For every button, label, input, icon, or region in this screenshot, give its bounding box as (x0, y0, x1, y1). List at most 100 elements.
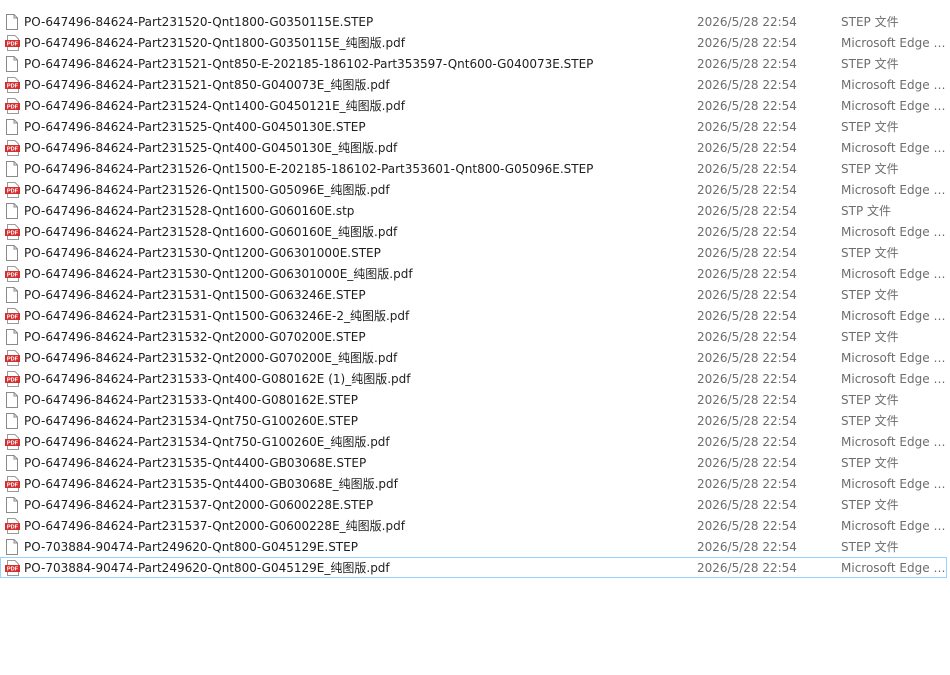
file-type: STEP 文件 (841, 393, 899, 407)
pdf-document-icon: PDF (5, 518, 20, 534)
file-type: Microsoft Edge … (841, 309, 946, 323)
file-name: PO-647496-84624-Part231528-Qnt1600-G0601… (24, 225, 398, 239)
file-type: STP 文件 (841, 204, 891, 218)
pdf-document-icon: PDF (5, 182, 20, 198)
file-modified-date: 2026/5/28 22:54 (697, 288, 797, 302)
svg-text:PDF: PDF (7, 231, 19, 237)
file-modified-date: 2026/5/28 22:54 (697, 183, 797, 197)
file-row[interactable]: PDF PO-703884-90474-Part249620-Qnt800-G0… (0, 557, 947, 578)
pdf-document-icon: PDF (5, 224, 20, 240)
file-name: PO-647496-84624-Part231535-Qnt4400-GB030… (24, 477, 398, 491)
pdf-document-icon: PDF (5, 308, 20, 324)
file-row[interactable]: PO-647496-84624-Part231520-Qnt1800-G0350… (0, 11, 947, 32)
file-row[interactable]: PO-647496-84624-Part231526-Qnt1500-E-202… (0, 158, 947, 179)
svg-text:PDF: PDF (7, 441, 19, 447)
svg-text:PDF: PDF (7, 525, 19, 531)
file-modified-date: 2026/5/28 22:54 (697, 498, 797, 512)
file-row[interactable]: PO-647496-84624-Part231535-Qnt4400-GB030… (0, 452, 947, 473)
file-row[interactable]: PDF PO-647496-84624-Part231534-Qnt750-G1… (0, 431, 947, 452)
file-name: PO-647496-84624-Part231531-Qnt1500-G0632… (24, 288, 366, 302)
file-type: Microsoft Edge … (841, 372, 946, 386)
file-modified-date: 2026/5/28 22:54 (697, 78, 797, 92)
file-modified-date: 2026/5/28 22:54 (697, 120, 797, 134)
file-type: Microsoft Edge … (841, 351, 946, 365)
file-row[interactable]: PDF PO-647496-84624-Part231530-Qnt1200-G… (0, 263, 947, 284)
file-type: Microsoft Edge … (841, 267, 946, 281)
file-row[interactable]: PO-647496-84624-Part231537-Qnt2000-G0600… (0, 494, 947, 515)
file-modified-date: 2026/5/28 22:54 (697, 162, 797, 176)
file-name: PO-703884-90474-Part249620-Qnt800-G04512… (24, 561, 390, 575)
file-name: PO-703884-90474-Part249620-Qnt800-G04512… (24, 540, 358, 554)
file-row[interactable]: PO-647496-84624-Part231531-Qnt1500-G0632… (0, 284, 947, 305)
file-name: PO-647496-84624-Part231533-Qnt400-G08016… (24, 372, 411, 386)
pdf-document-icon: PDF (5, 140, 20, 156)
file-name: PO-647496-84624-Part231521-Qnt850-E-2021… (24, 57, 594, 71)
blank-document-icon (5, 539, 19, 555)
svg-text:PDF: PDF (7, 273, 19, 279)
file-type: STEP 文件 (841, 246, 899, 260)
file-name: PO-647496-84624-Part231520-Qnt1800-G0350… (24, 36, 405, 50)
file-row[interactable]: PO-647496-84624-Part231532-Qnt2000-G0702… (0, 326, 947, 347)
file-row[interactable]: PO-703884-90474-Part249620-Qnt800-G04512… (0, 536, 947, 557)
file-modified-date: 2026/5/28 22:54 (697, 393, 797, 407)
file-row[interactable]: PDF PO-647496-84624-Part231535-Qnt4400-G… (0, 473, 947, 494)
file-modified-date: 2026/5/28 22:54 (697, 330, 797, 344)
file-name: PO-647496-84624-Part231520-Qnt1800-G0350… (24, 15, 374, 29)
blank-document-icon (5, 14, 19, 30)
file-row[interactable]: PDF PO-647496-84624-Part231520-Qnt1800-G… (0, 32, 947, 53)
file-modified-date: 2026/5/28 22:54 (697, 141, 797, 155)
svg-text:PDF: PDF (7, 42, 19, 48)
file-type: Microsoft Edge … (841, 78, 946, 92)
file-type: Microsoft Edge … (841, 477, 946, 491)
file-name: PO-647496-84624-Part231534-Qnt750-G10026… (24, 414, 358, 428)
file-row[interactable]: PDF PO-647496-84624-Part231528-Qnt1600-G… (0, 221, 947, 242)
blank-document-icon (5, 203, 19, 219)
file-name: PO-647496-84624-Part231537-Qnt2000-G0600… (24, 519, 405, 533)
file-type: Microsoft Edge … (841, 141, 946, 155)
file-name: PO-647496-84624-Part231532-Qnt2000-G0702… (24, 330, 366, 344)
file-name: PO-647496-84624-Part231532-Qnt2000-G0702… (24, 351, 398, 365)
svg-text:PDF: PDF (7, 147, 19, 153)
pdf-document-icon: PDF (5, 35, 20, 51)
file-name: PO-647496-84624-Part231535-Qnt4400-GB030… (24, 456, 367, 470)
file-modified-date: 2026/5/28 22:54 (697, 456, 797, 470)
file-row[interactable]: PDF PO-647496-84624-Part231531-Qnt1500-G… (0, 305, 947, 326)
file-row[interactable]: PO-647496-84624-Part231528-Qnt1600-G0601… (0, 200, 947, 221)
file-row[interactable]: PO-647496-84624-Part231530-Qnt1200-G0630… (0, 242, 947, 263)
file-type: STEP 文件 (841, 120, 899, 134)
file-row[interactable]: PO-647496-84624-Part231521-Qnt850-E-2021… (0, 53, 947, 74)
file-type: STEP 文件 (841, 456, 899, 470)
pdf-document-icon: PDF (5, 560, 20, 576)
file-row[interactable]: PO-647496-84624-Part231533-Qnt400-G08016… (0, 389, 947, 410)
file-row[interactable]: PDF PO-647496-84624-Part231521-Qnt850-G0… (0, 74, 947, 95)
file-type: STEP 文件 (841, 15, 899, 29)
pdf-document-icon: PDF (5, 476, 20, 492)
file-row[interactable]: PDF PO-647496-84624-Part231526-Qnt1500-G… (0, 179, 947, 200)
pdf-document-icon: PDF (5, 350, 20, 366)
file-name: PO-647496-84624-Part231526-Qnt1500-E-202… (24, 162, 594, 176)
file-row[interactable]: PDF PO-647496-84624-Part231533-Qnt400-G0… (0, 368, 947, 389)
file-type: Microsoft Edge … (841, 183, 946, 197)
svg-text:PDF: PDF (7, 357, 19, 363)
file-modified-date: 2026/5/28 22:54 (697, 225, 797, 239)
file-modified-date: 2026/5/28 22:54 (697, 267, 797, 281)
file-name: PO-647496-84624-Part231534-Qnt750-G10026… (24, 435, 390, 449)
pdf-document-icon: PDF (5, 98, 20, 114)
file-type: STEP 文件 (841, 498, 899, 512)
file-list: PO-647496-84624-Part231520-Qnt1800-G0350… (0, 11, 950, 578)
file-type: Microsoft Edge … (841, 36, 946, 50)
file-name: PO-647496-84624-Part231524-Qnt1400-G0450… (24, 99, 405, 113)
file-row[interactable]: PO-647496-84624-Part231525-Qnt400-G04501… (0, 116, 947, 137)
file-row[interactable]: PDF PO-647496-84624-Part231532-Qnt2000-G… (0, 347, 947, 368)
file-type: STEP 文件 (841, 162, 899, 176)
file-row[interactable]: PDF PO-647496-84624-Part231524-Qnt1400-G… (0, 95, 947, 116)
svg-text:PDF: PDF (7, 84, 19, 90)
file-name: PO-647496-84624-Part231537-Qnt2000-G0600… (24, 498, 374, 512)
file-modified-date: 2026/5/28 22:54 (697, 372, 797, 386)
svg-text:PDF: PDF (7, 105, 19, 111)
file-row[interactable]: PO-647496-84624-Part231534-Qnt750-G10026… (0, 410, 947, 431)
file-row[interactable]: PDF PO-647496-84624-Part231537-Qnt2000-G… (0, 515, 947, 536)
file-row[interactable]: PDF PO-647496-84624-Part231525-Qnt400-G0… (0, 137, 947, 158)
blank-document-icon (5, 497, 19, 513)
file-name: PO-647496-84624-Part231521-Qnt850-G04007… (24, 78, 390, 92)
